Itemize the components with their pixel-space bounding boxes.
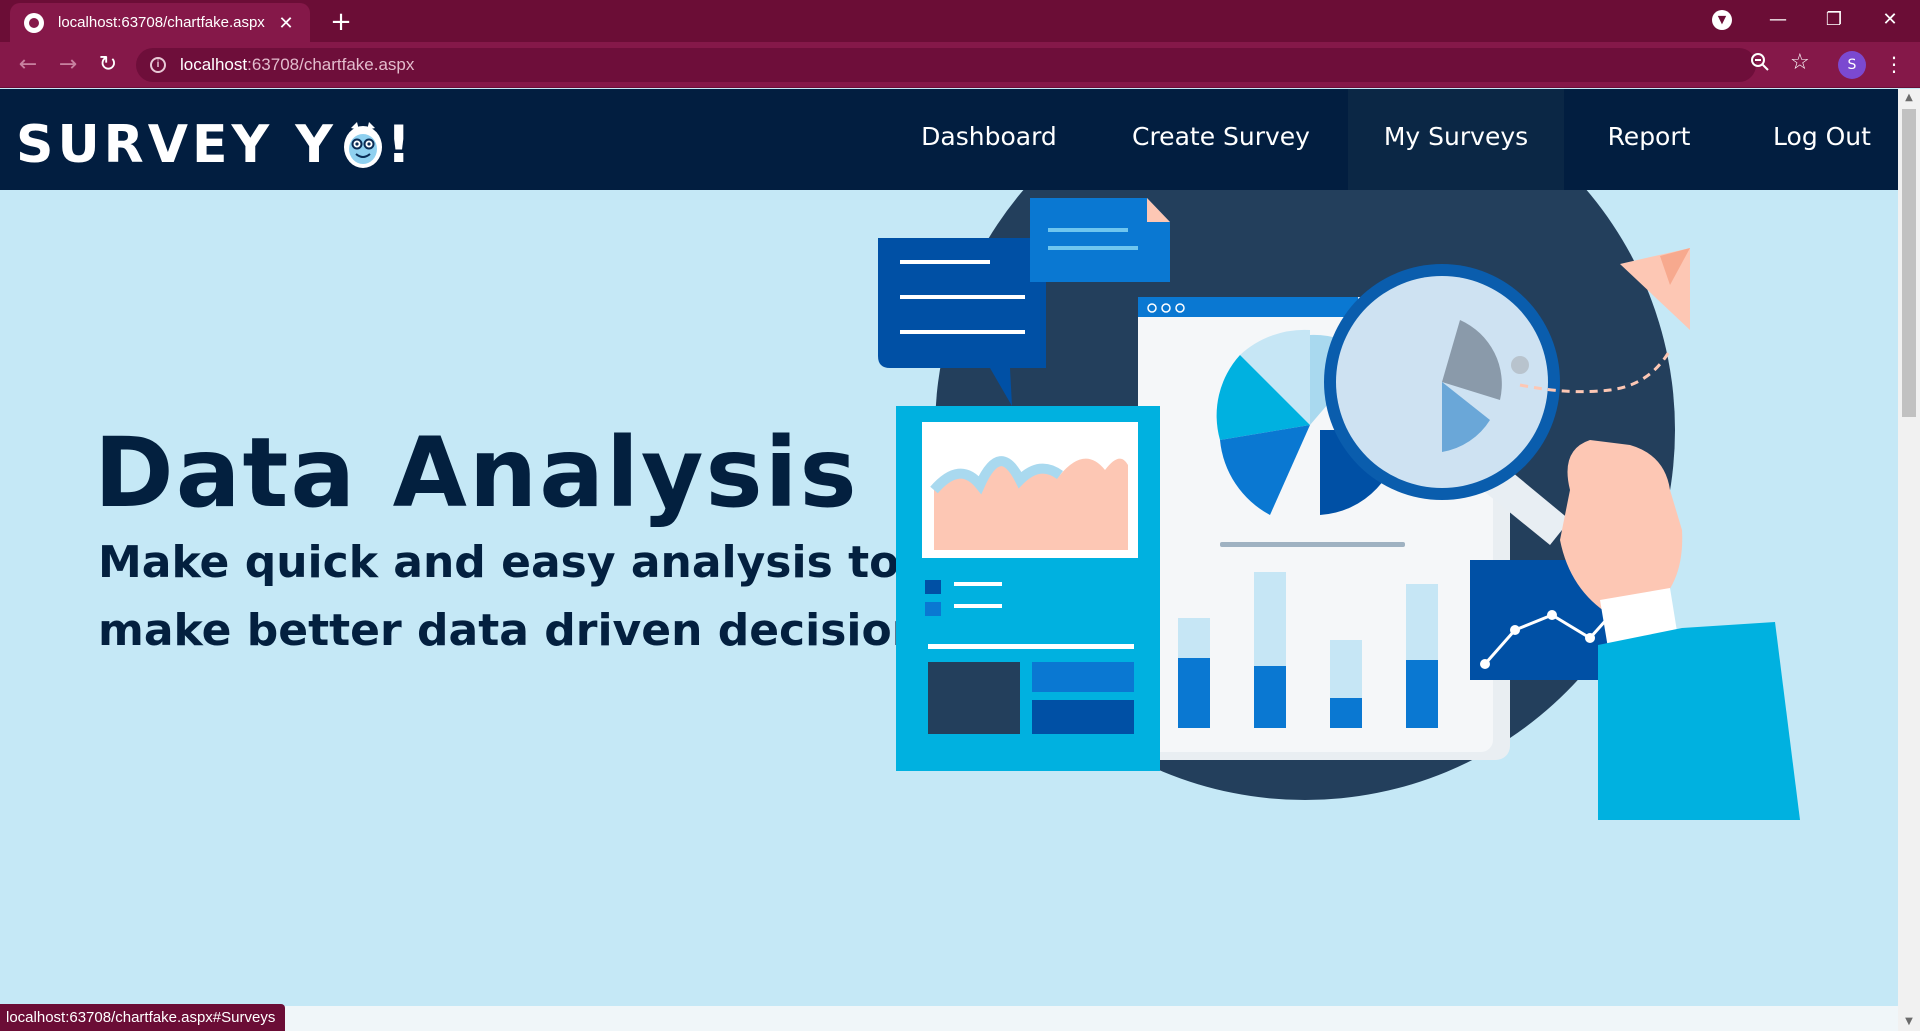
reload-icon[interactable]: ↻ bbox=[92, 49, 124, 81]
sleeve bbox=[1598, 622, 1800, 820]
browser-titlebar: localhost:63708/chartfake.aspx ✕ + ▼ — ❐… bbox=[0, 0, 1920, 42]
info-icon[interactable]: i bbox=[150, 57, 166, 73]
nav-my-surveys[interactable]: My Surveys bbox=[1348, 89, 1564, 190]
minimize-button[interactable]: — bbox=[1750, 0, 1806, 40]
tab-search-button[interactable]: ▼ bbox=[1694, 0, 1750, 40]
hero-subtitle-line2: make better data driven decision bbox=[98, 605, 924, 656]
scroll-up-icon[interactable]: ▲ bbox=[1898, 89, 1920, 107]
hero-title: Data Analysis bbox=[94, 417, 859, 529]
site-logo[interactable]: SURVEY Y ! bbox=[16, 117, 415, 173]
globe-icon bbox=[24, 12, 44, 33]
avatar[interactable]: S bbox=[1838, 51, 1866, 79]
tab-close-icon[interactable]: ✕ bbox=[276, 13, 296, 33]
arrow-left-icon[interactable]: ← bbox=[12, 49, 44, 81]
new-tab-button[interactable]: + bbox=[326, 8, 356, 36]
zoom-icon[interactable] bbox=[1750, 52, 1770, 77]
status-url-bubble: localhost:63708/chartfake.aspx#Surveys bbox=[0, 1004, 286, 1031]
mascot-icon bbox=[343, 122, 382, 168]
browser-tab[interactable]: localhost:63708/chartfake.aspx ✕ bbox=[10, 3, 310, 42]
chevron-down-icon: ▼ bbox=[1712, 10, 1732, 30]
close-window-button[interactable]: ✕ bbox=[1862, 0, 1918, 40]
logo-text-left: SURVEY Y bbox=[16, 115, 337, 175]
address-bar[interactable]: i localhost:63708/chartfake.aspx bbox=[136, 48, 1756, 82]
nav-log-out[interactable]: Log Out bbox=[1746, 89, 1898, 190]
kebab-menu-icon[interactable]: ⋮ bbox=[1884, 50, 1904, 78]
nav-create-survey[interactable]: Create Survey bbox=[1118, 89, 1324, 190]
star-icon[interactable]: ☆ bbox=[1790, 50, 1810, 75]
tab-title: localhost:63708/chartfake.aspx bbox=[58, 14, 265, 31]
nav-dashboard[interactable]: Dashboard bbox=[908, 89, 1070, 190]
scroll-down-icon[interactable]: ▼ bbox=[1898, 1013, 1920, 1031]
url-path: :63708/chartfake.aspx bbox=[247, 55, 415, 74]
browser-toolbar: ← → ↻ i localhost:63708/chartfake.aspx bbox=[0, 42, 1920, 88]
hero-subtitle-line1: Make quick and easy analysis to bbox=[98, 537, 900, 588]
arrow-right-icon[interactable]: → bbox=[52, 49, 84, 81]
url-host: localhost bbox=[180, 55, 248, 74]
data-analysis-illustration bbox=[878, 190, 1800, 820]
scrollbar-thumb[interactable] bbox=[1902, 109, 1916, 417]
nav-report[interactable]: Report bbox=[1582, 89, 1716, 190]
page-scrollbar[interactable]: ▲ ▼ bbox=[1898, 89, 1920, 1031]
logo-text-right: ! bbox=[386, 115, 415, 175]
site-navbar: SURVEY Y ! Dashboard Create Survey My Su… bbox=[0, 89, 1898, 190]
restore-button[interactable]: ❐ bbox=[1806, 0, 1862, 40]
hero-section: Data Analysis Make quick and easy analys… bbox=[0, 190, 1898, 1006]
